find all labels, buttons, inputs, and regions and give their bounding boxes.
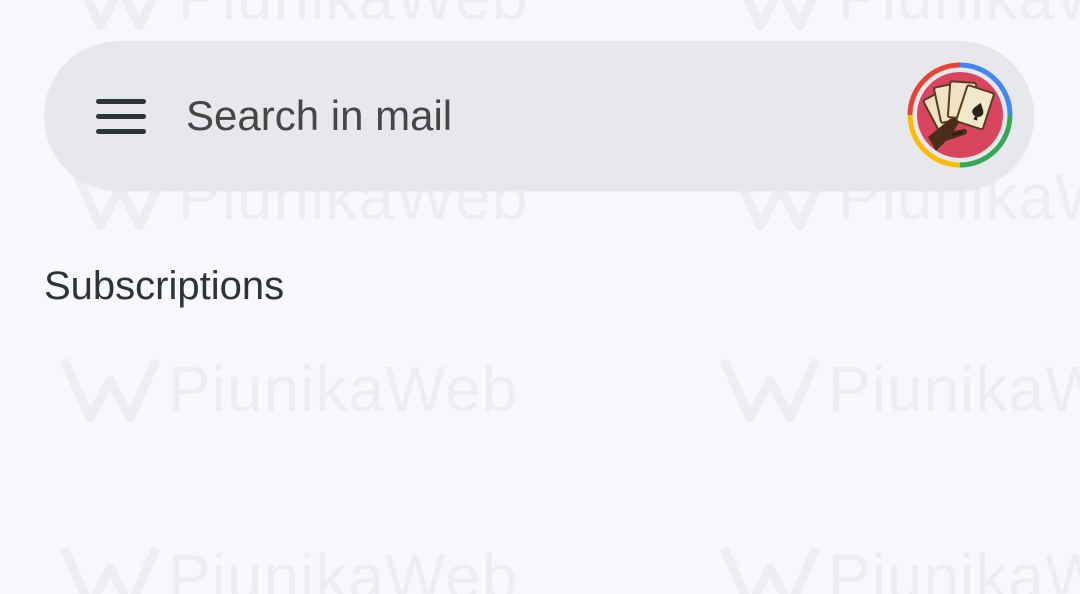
- section-title: Subscriptions: [44, 264, 285, 308]
- account-avatar[interactable]: [906, 61, 1014, 169]
- menu-bar-line: [96, 114, 146, 119]
- watermark-text: PiunikaWeb: [178, 0, 528, 34]
- menu-bar-line: [96, 99, 146, 104]
- watermark-text: PiunikaWeb: [168, 541, 519, 594]
- watermark: PiunikaWeb: [720, 540, 1080, 594]
- watermark-logo-icon: [70, 0, 170, 32]
- watermark-text: PiunikaWeb: [838, 0, 1080, 34]
- mail-screen: PiunikaWeb PiunikaWeb PiunikaWeb Piunika…: [0, 0, 1080, 594]
- watermark: PiunikaWeb: [70, 0, 528, 34]
- menu-bar-line: [96, 129, 146, 134]
- watermark-logo-icon: [720, 542, 820, 594]
- watermark-text: PiunikaWeb: [828, 353, 1080, 425]
- watermark-logo-icon: [60, 542, 160, 594]
- search-input[interactable]: [186, 88, 786, 144]
- watermark-text: PiunikaWeb: [828, 541, 1080, 594]
- watermark-logo-icon: [730, 0, 830, 32]
- watermark: PiunikaWeb: [60, 540, 518, 594]
- hamburger-menu-icon[interactable]: [86, 91, 156, 141]
- watermark-logo-icon: [720, 354, 820, 424]
- watermark-text: PiunikaWeb: [168, 353, 519, 425]
- watermark-logo-icon: [60, 354, 160, 424]
- watermark: PiunikaWeb: [60, 352, 518, 426]
- watermark: PiunikaWeb: [730, 0, 1080, 34]
- watermark: PiunikaWeb: [720, 352, 1080, 426]
